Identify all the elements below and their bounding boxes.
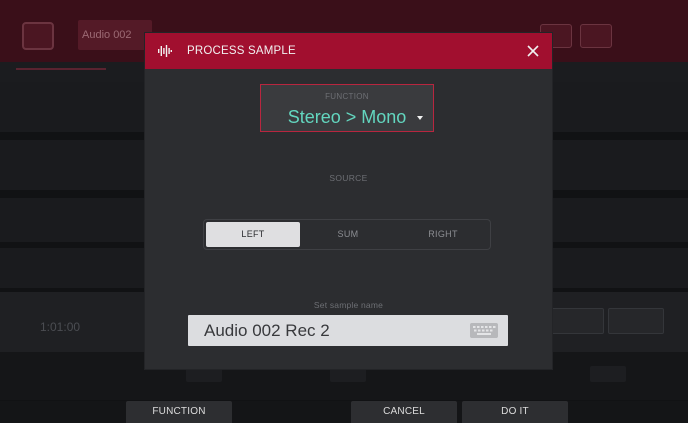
do-it-button[interactable]: DO IT — [462, 401, 568, 423]
sample-name-value: Audio 002 Rec 2 — [204, 321, 330, 340]
function-label: FUNCTION — [325, 92, 369, 101]
chevron-down-icon — [417, 116, 423, 120]
function-select[interactable]: FUNCTION Stereo > Mono — [260, 84, 434, 132]
keyboard-icon[interactable] — [470, 323, 498, 338]
sample-name-label: Set sample name — [313, 300, 384, 310]
source-label: SOURCE — [329, 173, 368, 183]
function-value: Stereo > Mono — [287, 107, 407, 127]
source-selector: LEFT SUM RIGHT — [203, 219, 491, 250]
source-sum-button[interactable]: SUM — [300, 220, 396, 249]
position-counter: 1:01:00 — [40, 320, 81, 334]
function-button[interactable]: FUNCTION — [126, 401, 232, 423]
transport-box — [548, 308, 604, 334]
browse-button — [22, 22, 54, 50]
source-left-button[interactable]: LEFT — [206, 222, 300, 247]
function-bar — [0, 401, 688, 423]
sample-name-field[interactable]: Audio 002 Rec 2 — [188, 315, 508, 346]
sample-title: Audio 002 — [78, 20, 152, 50]
dialog-header: PROCESS SAMPLE — [145, 33, 552, 69]
cancel-button[interactable]: CANCEL — [351, 401, 457, 423]
dialog-title: PROCESS SAMPLE — [187, 45, 296, 57]
process-sample-dialog: PROCESS SAMPLE FUNCTION Stereo > Mono SO… — [145, 33, 552, 369]
transport-box — [608, 308, 664, 334]
zoom-button — [580, 24, 612, 48]
source-right-button[interactable]: RIGHT — [396, 220, 490, 249]
close-icon[interactable] — [524, 42, 542, 60]
waveform-icon — [158, 45, 172, 57]
